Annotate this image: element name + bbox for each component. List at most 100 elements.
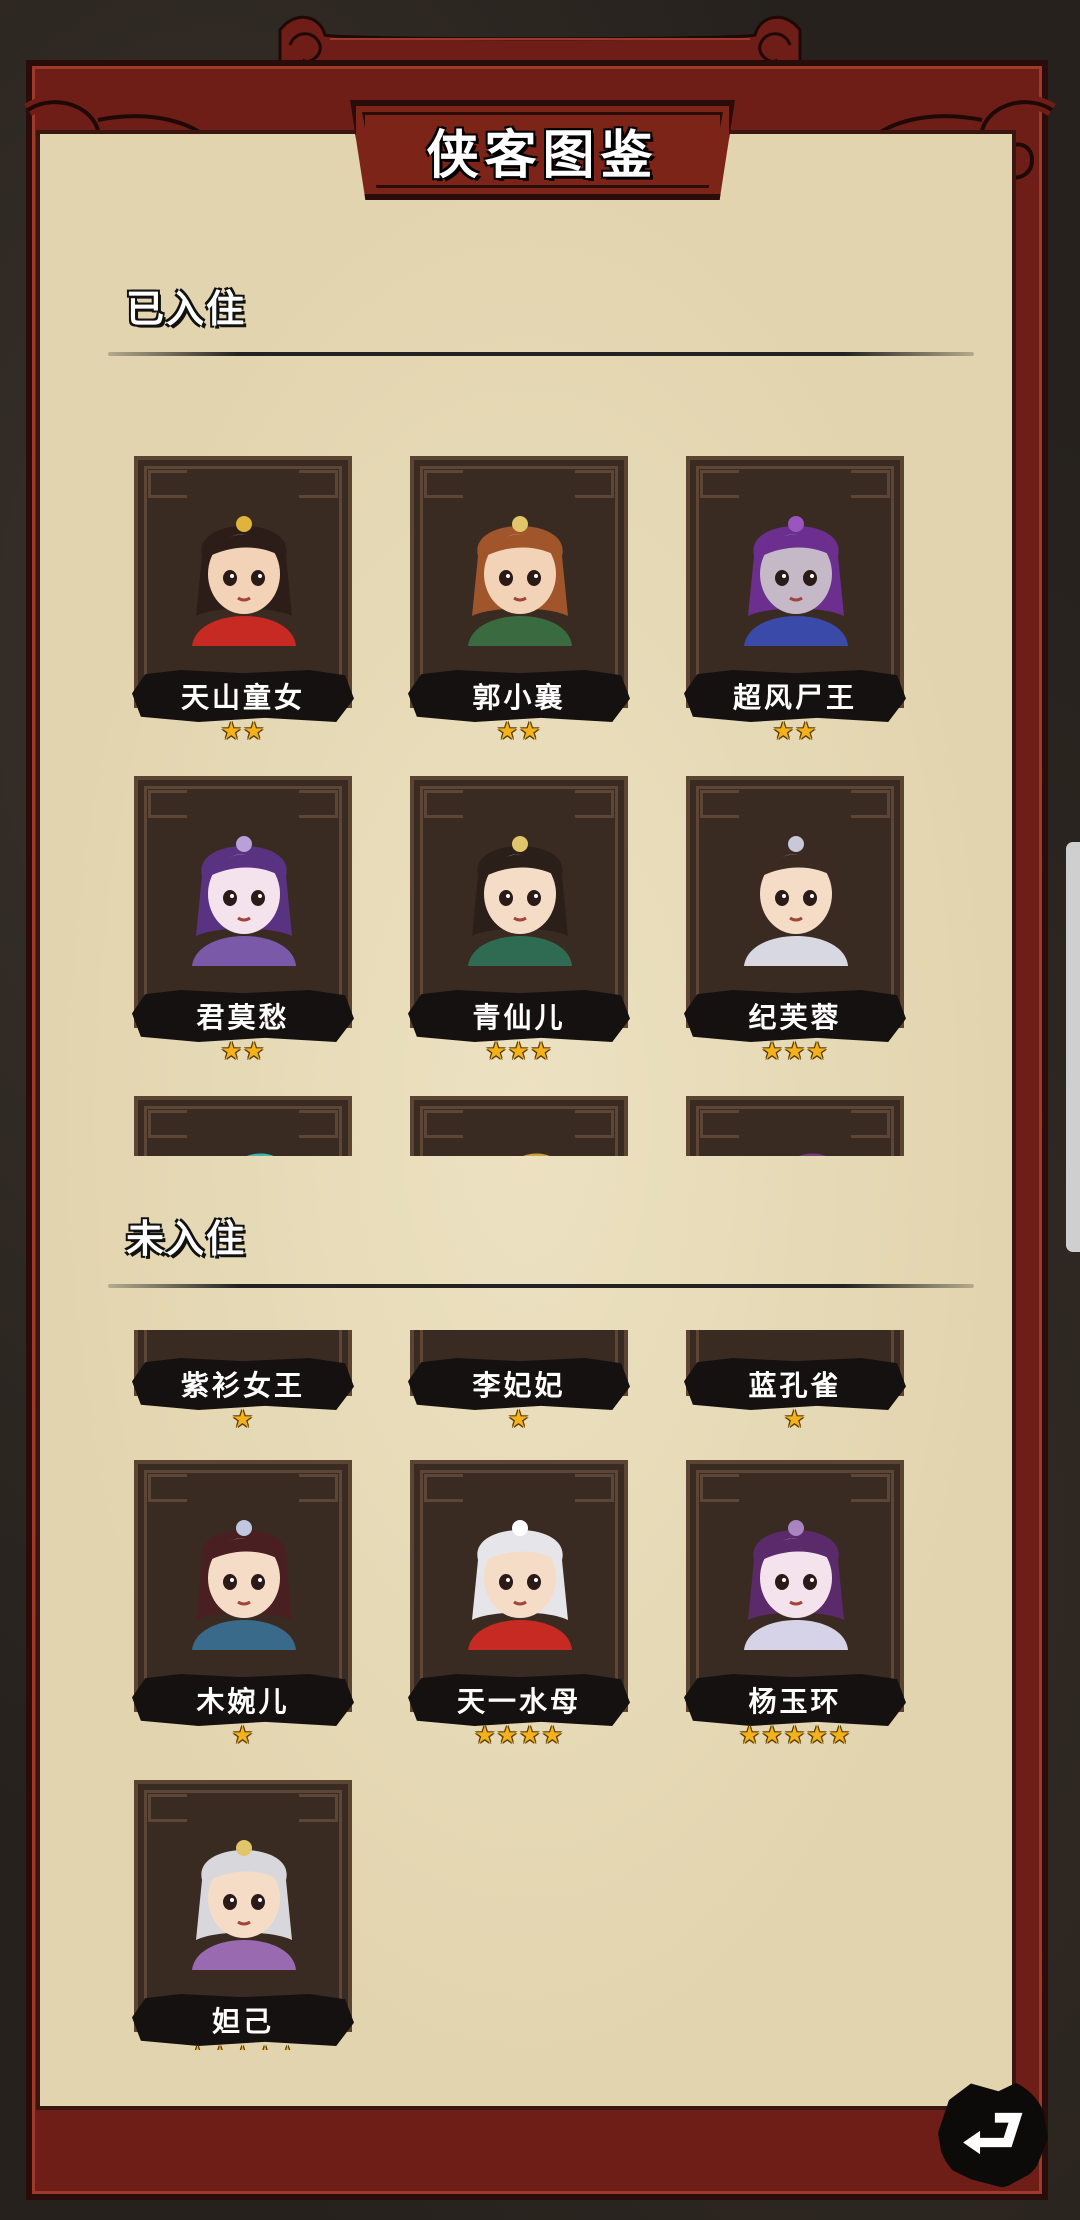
star-rating: ★★★★★ xyxy=(738,1721,852,1749)
fret-corner xyxy=(851,470,890,498)
star-rating: ★ xyxy=(507,1405,531,1433)
fret-corner xyxy=(851,790,890,818)
star-rating: ★★ xyxy=(772,717,818,745)
fret-corner xyxy=(700,470,739,498)
character-portrait xyxy=(192,1520,296,1650)
character-portrait xyxy=(192,836,296,966)
star-rating: ★★ xyxy=(220,1037,266,1065)
fret-corner xyxy=(148,790,187,818)
fret-corner xyxy=(299,1474,338,1502)
character-card[interactable] xyxy=(134,1096,352,1156)
divider-not-joined xyxy=(108,1284,974,1288)
side-scrollbar[interactable] xyxy=(1066,842,1080,1252)
character-name: 天山童女 xyxy=(180,681,305,714)
character-nameplate: 纪芙蓉 xyxy=(684,990,906,1042)
character-card[interactable]: 蓝孔雀 xyxy=(684,1330,906,1410)
fret-corner xyxy=(148,1474,187,1502)
character-name: 天一水母 xyxy=(456,1685,581,1718)
character-nameplate: 杨玉环 xyxy=(684,1674,906,1726)
character-name: 纪芙蓉 xyxy=(748,1001,842,1034)
star-rating: ★★★ xyxy=(761,1037,829,1065)
character-portrait xyxy=(744,516,848,646)
fret-corner xyxy=(148,470,187,498)
fret-corner xyxy=(575,790,614,818)
character-card[interactable]: 纪芙蓉 xyxy=(684,776,906,1042)
star-rating: ★ xyxy=(231,1405,255,1433)
character-card[interactable]: 木婉儿 xyxy=(132,1460,354,1726)
star-rating: ★ xyxy=(783,1405,807,1433)
not-joined-list[interactable]: 紫衫女王 ★ 李妃妃 ★ 蓝孔雀 ★ 木婉儿 ★ 天一水母 ★★★★ 杨玉环 ★… xyxy=(90,1330,990,2050)
fret-corner xyxy=(299,1110,338,1138)
star-rating: ★★ xyxy=(220,717,266,745)
fret-corner xyxy=(424,790,463,818)
character-nameplate: 君莫愁 xyxy=(132,990,354,1042)
character-portrait xyxy=(247,1153,274,1156)
character-portrait xyxy=(468,1520,572,1650)
character-card[interactable]: 超风尸王 xyxy=(684,456,906,722)
character-portrait xyxy=(744,1520,848,1650)
page-title: 侠客图鉴 xyxy=(426,124,659,186)
star-rating: ★ xyxy=(231,1721,255,1749)
fret-corner xyxy=(424,470,463,498)
character-card[interactable]: 妲己 xyxy=(132,1780,354,2046)
character-name: 杨玉环 xyxy=(748,1685,842,1718)
character-card[interactable] xyxy=(410,1096,628,1156)
character-name: 郭小襄 xyxy=(472,681,566,714)
character-nameplate: 郭小襄 xyxy=(408,670,630,722)
character-card[interactable]: 天一水母 xyxy=(408,1460,630,1726)
character-name: 木婉儿 xyxy=(196,1685,290,1718)
character-card[interactable]: 君莫愁 xyxy=(132,776,354,1042)
fret-corner xyxy=(575,1110,614,1138)
character-name: 超风尸王 xyxy=(732,681,857,714)
character-name: 紫衫女王 xyxy=(180,1369,305,1402)
character-card[interactable]: 青仙儿 xyxy=(408,776,630,1042)
fret-corner xyxy=(700,790,739,818)
character-card[interactable]: 郭小襄 xyxy=(408,456,630,722)
character-card[interactable]: 李妃妃 xyxy=(408,1330,630,1410)
star-rating: ★★★ xyxy=(485,1037,553,1065)
character-name: 妲己 xyxy=(211,2005,274,2038)
character-card[interactable]: 紫衫女王 xyxy=(132,1330,354,1410)
section-header-not-joined: 未入住 xyxy=(126,1216,247,1261)
fret-corner xyxy=(148,1110,187,1138)
fret-corner xyxy=(700,1110,739,1138)
character-nameplate: 妲己 xyxy=(132,1994,354,2046)
fret-corner xyxy=(575,1474,614,1502)
character-nameplate: 蓝孔雀 xyxy=(684,1358,906,1410)
character-name: 蓝孔雀 xyxy=(748,1369,842,1402)
fret-corner xyxy=(851,1110,890,1138)
character-nameplate: 紫衫女王 xyxy=(132,1358,354,1410)
character-name: 李妃妃 xyxy=(472,1369,566,1402)
fret-corner xyxy=(148,1794,187,1822)
character-nameplate: 天一水母 xyxy=(408,1674,630,1726)
character-nameplate: 木婉儿 xyxy=(132,1674,354,1726)
fret-corner xyxy=(700,1474,739,1502)
character-nameplate: 天山童女 xyxy=(132,670,354,722)
character-portrait xyxy=(468,516,572,646)
character-portrait xyxy=(523,1153,550,1156)
character-card[interactable]: 天山童女 xyxy=(132,456,354,722)
fret-corner xyxy=(299,1794,338,1822)
character-card[interactable]: 杨玉环 xyxy=(684,1460,906,1726)
title-plate: 侠客图鉴 xyxy=(350,100,735,200)
star-rating: ★★ xyxy=(496,717,542,745)
character-nameplate: 李妃妃 xyxy=(408,1358,630,1410)
fret-corner xyxy=(851,1474,890,1502)
section-header-joined: 已入住 xyxy=(126,286,247,331)
fret-corner xyxy=(299,470,338,498)
character-portrait xyxy=(799,1153,826,1156)
character-portrait xyxy=(192,516,296,646)
character-nameplate: 青仙儿 xyxy=(408,990,630,1042)
character-name: 君莫愁 xyxy=(196,1001,290,1034)
character-card[interactable] xyxy=(686,1096,904,1156)
star-rating: ★★★★ xyxy=(473,1721,565,1749)
divider-joined xyxy=(108,352,974,356)
character-portrait xyxy=(192,1840,296,1970)
character-name: 青仙儿 xyxy=(472,1001,566,1034)
fret-corner xyxy=(424,1474,463,1502)
fret-corner xyxy=(575,470,614,498)
character-portrait xyxy=(468,836,572,966)
joined-list[interactable]: 天山童女 ★★ 郭小襄 ★★ 超风尸王 ★★ 君莫愁 ★★ 青仙儿 ★★★ 纪芙… xyxy=(90,440,990,1156)
character-nameplate: 超风尸王 xyxy=(684,670,906,722)
character-portrait xyxy=(744,836,848,966)
